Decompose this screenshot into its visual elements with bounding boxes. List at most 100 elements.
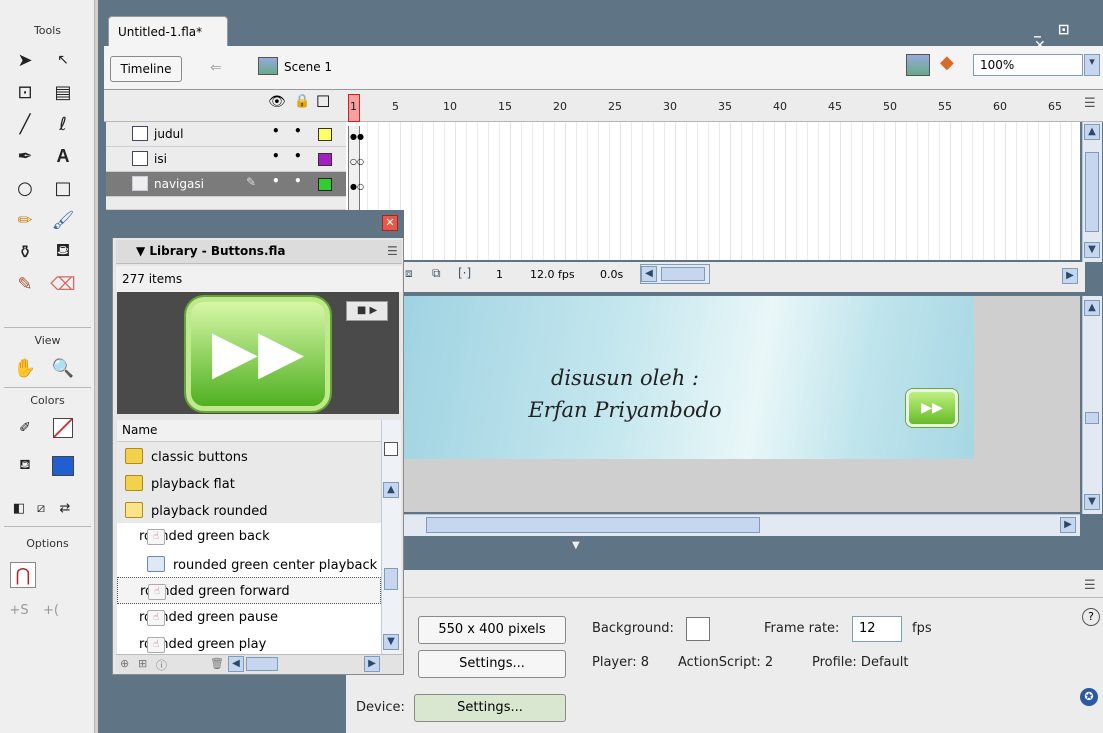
document-tab[interactable]: Untitled-1.fla*	[108, 16, 228, 46]
stroke-color-swatch[interactable]	[48, 414, 78, 442]
scroll-thumb[interactable]	[661, 267, 705, 281]
stage-forward-button[interactable]: ▶▶	[906, 389, 958, 427]
keyframe-icon[interactable]: ●○	[350, 182, 364, 191]
scroll-up-icon[interactable]: ▲	[1084, 124, 1100, 140]
collapse-arrow-icon[interactable]: ▼	[572, 540, 580, 551]
zoom-input[interactable]: 100%	[973, 54, 1083, 76]
list-item[interactable]: playback flat	[117, 469, 381, 496]
layer-row-partial[interactable]	[106, 197, 346, 210]
fill-transform-tool-icon[interactable]: ▤	[48, 78, 78, 106]
ink-bottle-tool-icon[interactable]: ⚱	[10, 238, 40, 266]
lock-dot[interactable]: •	[294, 174, 302, 188]
stage-text-author-label[interactable]: disusun oleh :	[480, 366, 770, 390]
scroll-thumb[interactable]	[384, 568, 398, 590]
keyframe-icon[interactable]: ○○	[350, 157, 364, 166]
scroll-down-icon[interactable]: ▼	[1084, 494, 1100, 510]
accessibility-icon[interactable]: ✪	[1080, 688, 1098, 706]
list-item-selected[interactable]: ☝ rounded green forward	[117, 577, 381, 604]
zoom-dropdown-icon[interactable]: ▾	[1084, 54, 1100, 76]
scroll-thumb[interactable]	[246, 657, 278, 671]
new-folder-icon[interactable]: ⊞	[138, 657, 147, 670]
stage-vscrollbar[interactable]: ▲ ▼	[1082, 296, 1102, 514]
selection-tool-icon[interactable]: ➤	[10, 46, 40, 74]
publish-settings-button[interactable]: Settings...	[418, 650, 566, 678]
keyframe-icon[interactable]: ●●	[350, 132, 364, 141]
pen-tool-icon[interactable]: ✒	[10, 142, 40, 170]
zoom-tool-icon[interactable]: 🔍	[48, 354, 78, 382]
layer-row-selected[interactable]: navigasi ✎ • •	[106, 172, 346, 197]
list-item[interactable]: ☝ rounded green pause	[117, 604, 381, 631]
timeline-button[interactable]: Timeline	[110, 56, 182, 82]
visibility-dot[interactable]: •	[272, 124, 280, 138]
eyedropper-tool-icon[interactable]: ✎	[10, 270, 40, 298]
device-settings-button[interactable]: Settings...	[414, 694, 566, 722]
straighten-icon[interactable]: +(	[36, 596, 66, 624]
snap-to-objects-icon[interactable]: ⋂	[10, 562, 36, 588]
hand-tool-icon[interactable]: ✋	[10, 354, 40, 382]
preview-play-control[interactable]: ■ ▶	[346, 301, 388, 321]
visibility-dot[interactable]: •	[272, 174, 280, 188]
window-controls[interactable]: _ ⊡ ✕	[1034, 22, 1098, 54]
visibility-dot[interactable]: •	[272, 149, 280, 163]
list-item[interactable]: ☝ rounded green back	[117, 523, 381, 550]
swap-colors-icon[interactable]: ⇄	[50, 494, 80, 522]
list-item[interactable]: ☝ rounded green play	[117, 631, 381, 654]
scroll-right-icon[interactable]: ▶	[364, 656, 380, 672]
brush-tool-icon[interactable]: 🖌	[48, 206, 78, 234]
stroke-color-icon[interactable]: ✐	[10, 414, 40, 442]
timeline-hscrollbar[interactable]: ◀	[640, 264, 710, 284]
scroll-left-icon[interactable]: ◀	[228, 656, 244, 672]
help-icon[interactable]: ?	[1082, 608, 1100, 626]
scroll-thumb[interactable]	[426, 517, 760, 533]
stage-text-author-name[interactable]: Erfan Priyambodo	[480, 398, 770, 422]
fill-color-swatch[interactable]	[48, 452, 78, 480]
delete-icon[interactable]: 🗑	[210, 657, 224, 670]
paint-bucket-tool-icon[interactable]: ⛾	[48, 238, 78, 266]
subselection-tool-icon[interactable]: ↖	[48, 46, 78, 74]
scroll-thumb[interactable]	[1085, 412, 1099, 424]
list-item[interactable]: classic buttons	[117, 442, 381, 469]
scroll-up-icon[interactable]: ▲	[383, 482, 399, 498]
name-column-header[interactable]: Name	[117, 420, 381, 442]
stage-hscrollbar[interactable]: ▶	[404, 514, 1080, 536]
eraser-tool-icon[interactable]: ⌫	[48, 270, 78, 298]
layer-row[interactable]: isi • •	[106, 147, 346, 172]
scroll-down-icon[interactable]: ▼	[1084, 242, 1100, 258]
pencil-tool-icon[interactable]: ✏	[10, 206, 40, 234]
frame-rate-input[interactable]: 12	[852, 616, 902, 642]
library-title[interactable]: ▼ Library - Buttons.fla	[116, 240, 402, 264]
lock-dot[interactable]: •	[294, 124, 302, 138]
lock-dot[interactable]: •	[294, 149, 302, 163]
edit-scene-icon[interactable]	[906, 54, 930, 76]
list-item[interactable]: playback rounded	[117, 496, 381, 523]
library-vscrollbar[interactable]: ▲ ▼	[381, 420, 401, 656]
smooth-icon[interactable]: +S	[4, 596, 34, 624]
properties-icon[interactable]: ⓘ	[156, 657, 167, 673]
oval-tool-icon[interactable]: ○	[10, 174, 40, 202]
scroll-right-icon[interactable]: ▶	[1060, 517, 1076, 533]
layer-color-swatch[interactable]	[318, 153, 332, 166]
column-toggle-icon[interactable]	[384, 442, 398, 456]
scroll-up-icon[interactable]: ▲	[1084, 300, 1100, 316]
library-menu-icon[interactable]: ☰	[387, 244, 398, 258]
scroll-left-icon[interactable]: ◀	[641, 266, 657, 282]
scroll-down-icon[interactable]: ▼	[383, 634, 399, 650]
free-transform-tool-icon[interactable]: ⊡	[10, 78, 40, 106]
document-size-button[interactable]: 550 x 400 pixels	[418, 616, 566, 644]
library-panel-titlebar[interactable]	[112, 210, 404, 238]
background-color-swatch[interactable]	[686, 617, 710, 641]
edit-symbols-icon[interactable]: ◆	[940, 52, 968, 76]
new-symbol-icon[interactable]: ⊕	[120, 657, 129, 670]
edit-multiple-frames-icon[interactable]: [·]	[458, 266, 471, 280]
lasso-tool-icon[interactable]: ℓ	[48, 110, 78, 138]
timeline-vscrollbar[interactable]: ▲ ▼	[1082, 122, 1102, 262]
scroll-right-icon[interactable]: ▶	[1062, 268, 1078, 284]
layer-color-swatch[interactable]	[318, 128, 332, 141]
close-icon[interactable]: ✕	[382, 215, 398, 231]
text-tool-icon[interactable]: A	[48, 142, 78, 170]
center-frame-icon[interactable]: ⧈	[405, 266, 413, 281]
eye-icon[interactable]: 👁	[268, 94, 286, 110]
outline-icon[interactable]: ☐	[316, 92, 330, 111]
lock-icon[interactable]: 🔒	[294, 94, 310, 109]
layer-color-swatch[interactable]	[318, 178, 332, 191]
